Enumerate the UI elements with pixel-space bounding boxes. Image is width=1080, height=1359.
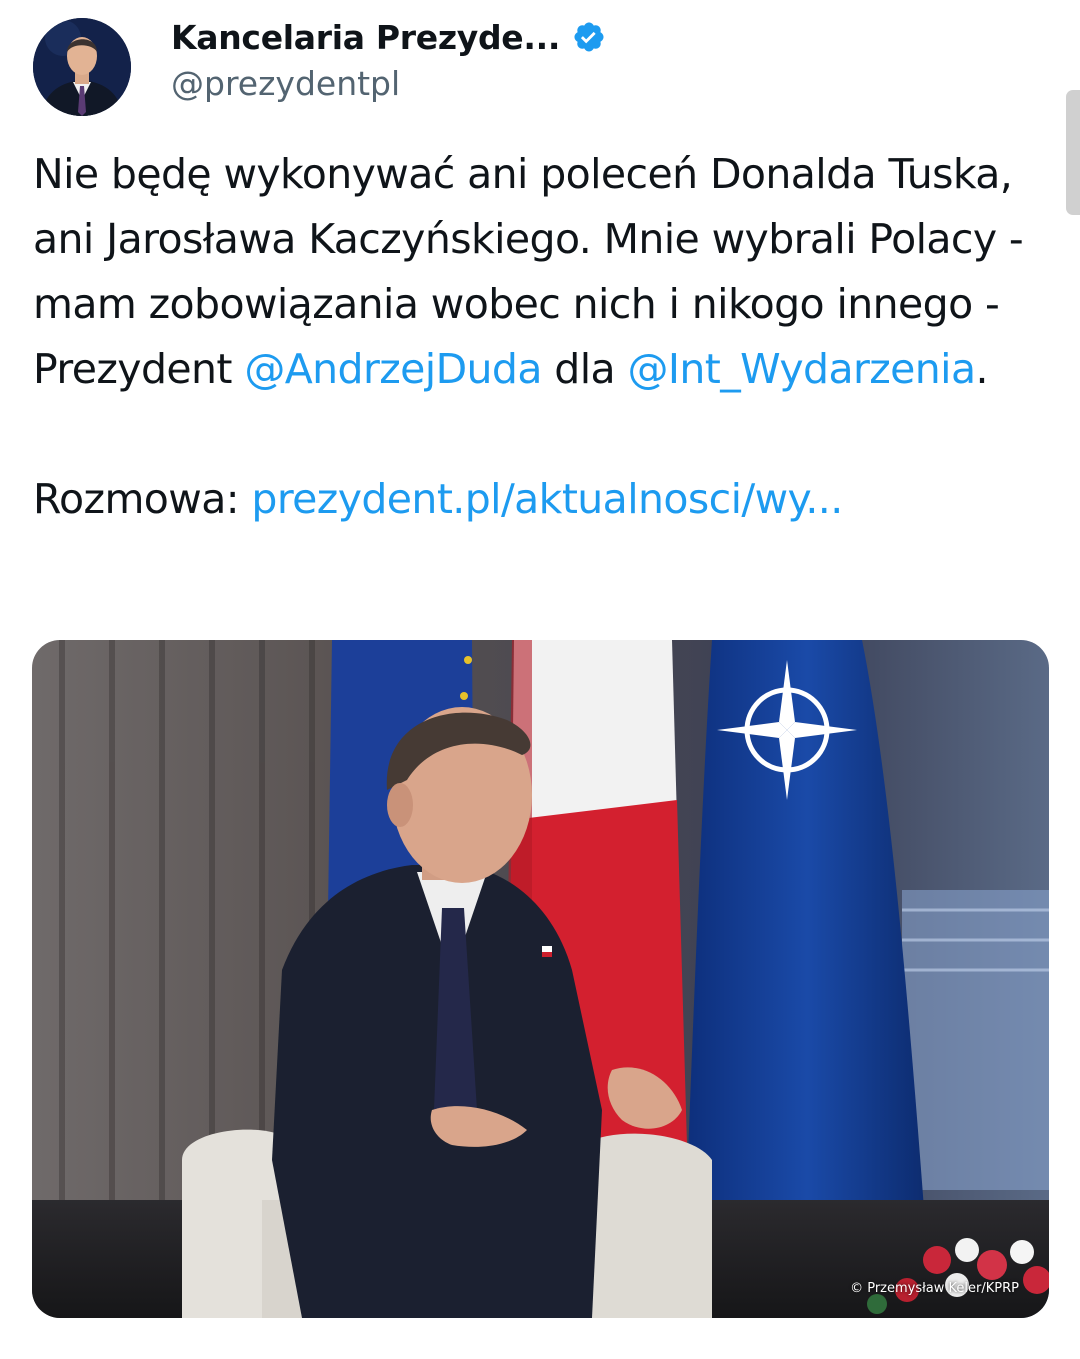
page-scrollbar[interactable] [1066,90,1080,215]
tweet-photo[interactable]: © Przemysław Keler/KPRP [32,640,1049,1318]
mention-int-wydarzenia-link[interactable]: @Int_Wydarzenia [627,345,976,393]
link-prefix-label: Rozmowa: [33,475,252,523]
author-handle[interactable]: @prezydentpl [171,64,400,103]
mention-andrzejduda-link[interactable]: @AndrzejDuda [244,345,542,393]
tweet-text-period: . [975,345,988,393]
author-avatar[interactable] [33,18,131,116]
verified-badge-icon [572,20,606,54]
tweet[interactable]: Kancelaria Prezyde... @prezydentpl Nie b… [0,0,1080,1359]
tweet-text-connector: dla [541,345,628,393]
author-display-name[interactable]: Kancelaria Prezyde... [171,18,560,57]
photo-credit-label: © Przemysław Keler/KPRP [850,1281,1019,1296]
article-link[interactable]: prezydent.pl/aktualnosci/wy... [251,475,843,523]
tweet-text: Nie będę wykonywać ani poleceń Donalda T… [33,142,1043,532]
